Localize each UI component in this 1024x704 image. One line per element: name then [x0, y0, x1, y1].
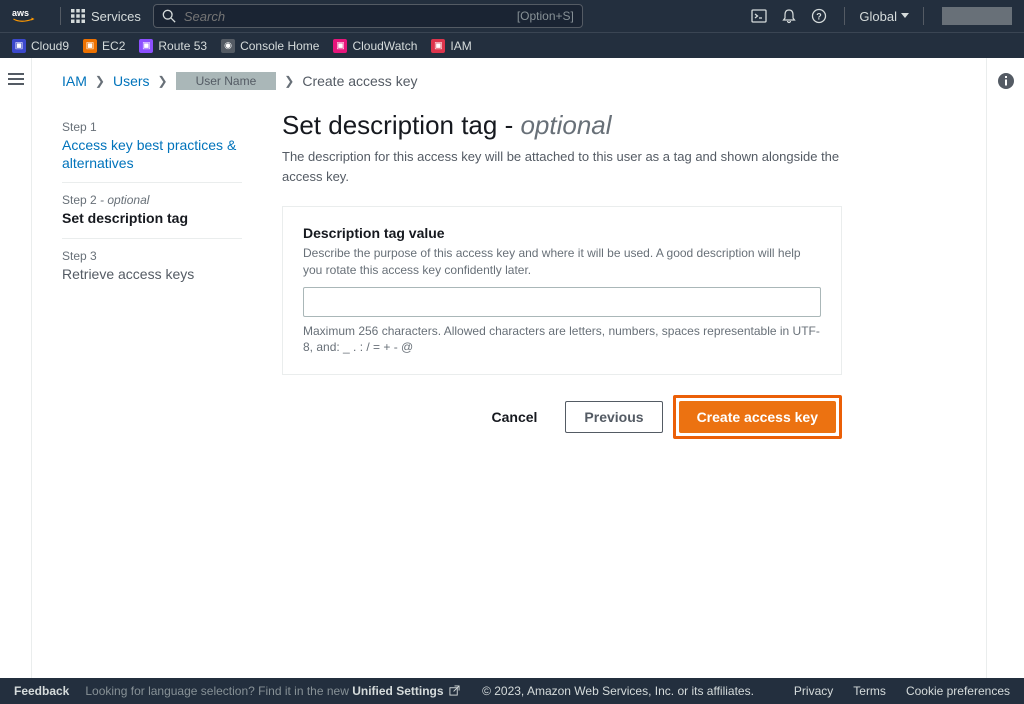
description-tag-input[interactable] [303, 287, 821, 317]
description-panel: Description tag value Describe the purpo… [282, 206, 842, 375]
create-access-key-button[interactable]: Create access key [679, 401, 836, 433]
route53-icon: ▣ [139, 39, 153, 53]
cookie-prefs-link[interactable]: Cookie preferences [906, 684, 1010, 698]
region-selector[interactable]: Global [859, 9, 909, 24]
iam-icon: ▣ [431, 39, 445, 53]
cloudwatch-icon: ▣ [333, 39, 347, 53]
breadcrumb-user-name[interactable]: User Name [176, 72, 277, 90]
svg-text:aws: aws [12, 8, 29, 18]
search-box[interactable]: [Option+S] [153, 4, 583, 28]
copyright: © 2023, Amazon Web Services, Inc. or its… [482, 684, 754, 698]
field-label: Description tag value [303, 225, 821, 241]
services-label: Services [91, 9, 141, 24]
breadcrumb-current: Create access key [302, 73, 417, 89]
search-icon [162, 9, 176, 23]
account-menu[interactable] [942, 7, 1012, 25]
svg-text:?: ? [817, 12, 823, 22]
cloud9-icon: ▣ [12, 39, 26, 53]
search-input[interactable] [184, 9, 517, 24]
step-2-label: Set description tag [62, 209, 242, 227]
help-icon[interactable]: ? [804, 1, 834, 31]
breadcrumb-iam[interactable]: IAM [62, 73, 87, 89]
cloudshell-icon[interactable] [744, 1, 774, 31]
notifications-icon[interactable] [774, 1, 804, 31]
favorites-bar: ▣Cloud9 ▣EC2 ▣Route 53 ◉Console Home ▣Cl… [0, 32, 1024, 58]
divider [923, 7, 924, 25]
fav-ec2[interactable]: ▣EC2 [83, 39, 125, 53]
left-panel-toggle[interactable] [0, 58, 32, 678]
previous-button[interactable]: Previous [565, 401, 662, 433]
feedback-link[interactable]: Feedback [14, 684, 69, 698]
ec2-icon: ▣ [83, 39, 97, 53]
external-link-icon [449, 685, 460, 696]
info-panel-toggle[interactable] [986, 58, 1024, 678]
fav-iam[interactable]: ▣IAM [431, 39, 471, 53]
chevron-down-icon [901, 13, 909, 19]
field-help: Describe the purpose of this access key … [303, 245, 821, 279]
top-nav: aws Services [Option+S] ? Global [0, 0, 1024, 32]
step-2: Step 2 - optional Set description tag [62, 183, 242, 238]
step-1[interactable]: Step 1 Access key best practices & alter… [62, 110, 242, 183]
fav-cloudwatch[interactable]: ▣CloudWatch [333, 39, 417, 53]
field-hint: Maximum 256 characters. Allowed characte… [303, 323, 821, 357]
create-button-highlight: Create access key [673, 395, 842, 439]
cancel-button[interactable]: Cancel [474, 401, 556, 433]
breadcrumb-users[interactable]: Users [113, 73, 150, 89]
chevron-right-icon: ❯ [284, 74, 294, 88]
privacy-link[interactable]: Privacy [794, 684, 833, 698]
page-description: The description for this access key will… [282, 147, 842, 186]
fav-console-home[interactable]: ◉Console Home [221, 39, 319, 53]
console-home-icon: ◉ [221, 39, 235, 53]
search-shortcut: [Option+S] [517, 9, 574, 23]
unified-settings-link[interactable]: Unified Settings [352, 684, 443, 698]
fav-cloud9[interactable]: ▣Cloud9 [12, 39, 69, 53]
wizard-steps: Step 1 Access key best practices & alter… [62, 110, 242, 439]
step-1-label: Access key best practices & alternatives [62, 136, 242, 172]
divider [60, 7, 61, 25]
breadcrumb: IAM ❯ Users ❯ User Name ❯ Create access … [32, 58, 986, 90]
language-hint: Looking for language selection? Find it … [85, 684, 460, 698]
fav-route53[interactable]: ▣Route 53 [139, 39, 207, 53]
chevron-right-icon: ❯ [158, 74, 168, 88]
terms-link[interactable]: Terms [853, 684, 886, 698]
step-3-label: Retrieve access keys [62, 265, 242, 283]
action-row: Cancel Previous Create access key [282, 395, 842, 439]
footer: Feedback Looking for language selection?… [0, 678, 1024, 704]
chevron-right-icon: ❯ [95, 74, 105, 88]
divider [844, 7, 845, 25]
aws-logo[interactable]: aws [12, 7, 42, 25]
step-3: Step 3 Retrieve access keys [62, 239, 242, 293]
services-menu[interactable]: Services [71, 9, 141, 24]
region-label: Global [859, 9, 897, 24]
page-title: Set description tag - optional [282, 110, 842, 141]
